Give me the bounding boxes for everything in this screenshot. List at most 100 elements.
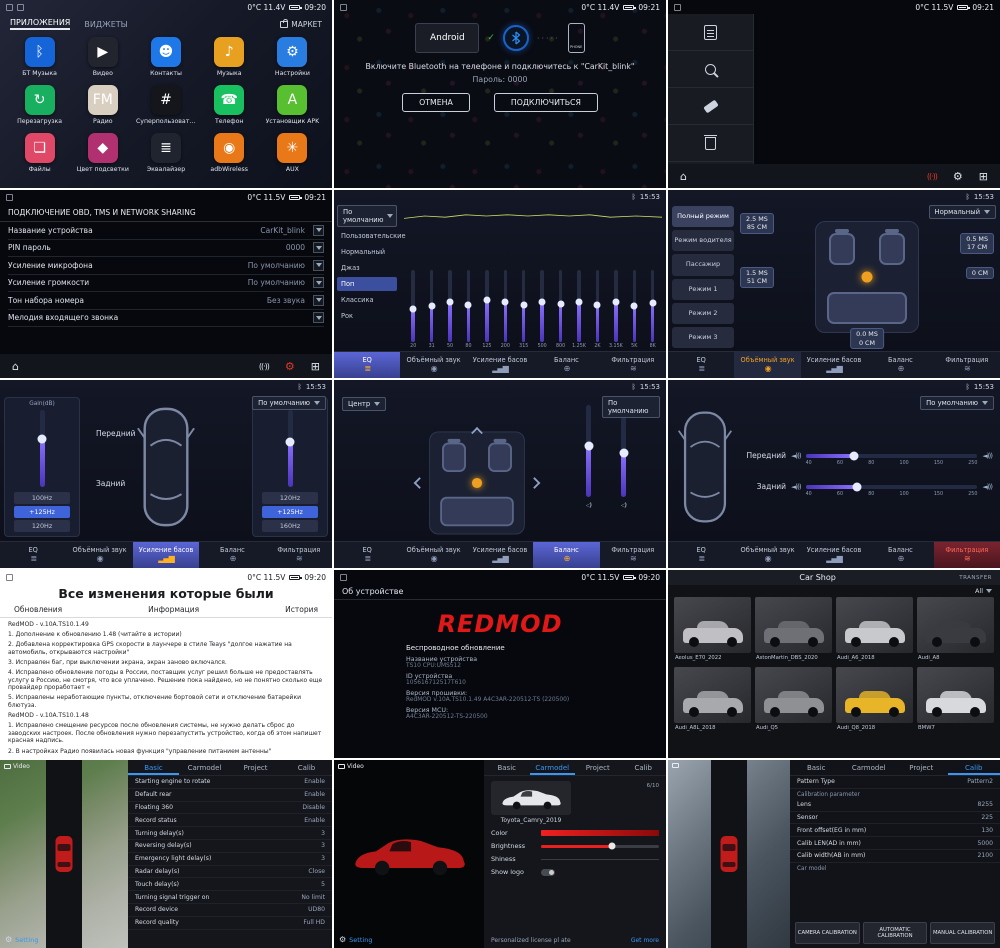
- eq-band[interactable]: 50: [441, 228, 459, 351]
- camera-360-view[interactable]: [668, 760, 790, 948]
- color-swatch[interactable]: [541, 830, 659, 836]
- eq-band[interactable]: 800: [551, 228, 569, 351]
- mode-button[interactable]: Режим водителя: [672, 230, 734, 251]
- tab-balance[interactable]: Баланс⊕: [867, 352, 933, 378]
- settings-row[interactable]: Default rear Enable: [128, 789, 332, 802]
- show-logo-row[interactable]: Show logo: [491, 868, 659, 876]
- preset-item[interactable]: Нормальный: [337, 245, 397, 259]
- tab-filter[interactable]: Фильтрация≋: [600, 352, 666, 378]
- eq-slider-knob[interactable]: [649, 300, 656, 307]
- eq-slider-knob[interactable]: [594, 301, 601, 308]
- eq-slider-track[interactable]: [504, 270, 508, 342]
- apps-grid-button[interactable]: ⊞: [311, 360, 320, 373]
- dropdown-button[interactable]: [313, 312, 324, 323]
- rear-gain-slider[interactable]: [288, 410, 293, 487]
- eq-band[interactable]: 125: [478, 228, 496, 351]
- calibration-row[interactable]: Front offset(EG in mm) 130: [790, 824, 1000, 837]
- settings-tab[interactable]: Calib: [948, 760, 1000, 775]
- center-button[interactable]: Центр: [342, 397, 386, 411]
- eq-slider-knob[interactable]: [612, 299, 619, 306]
- default-preset-button[interactable]: По умолчанию: [920, 396, 994, 410]
- eq-band[interactable]: 20: [404, 228, 422, 351]
- tab-balance[interactable]: Баланс⊕: [533, 352, 599, 378]
- slider-knob[interactable]: [608, 843, 615, 850]
- app-shortcut[interactable]: ☎ Телефон: [198, 85, 261, 125]
- selected-car[interactable]: Toyota_Camry_2019: [491, 781, 571, 824]
- tab-balance[interactable]: Баланс⊕: [199, 542, 265, 568]
- slider-knob[interactable]: [584, 442, 593, 451]
- home-button[interactable]: ⌂: [680, 170, 687, 183]
- eq-slider-track[interactable]: [633, 270, 637, 342]
- settings-tab[interactable]: Carmodel: [179, 760, 230, 775]
- eq-slider-track[interactable]: [614, 270, 618, 342]
- eq-band[interactable]: 1.25K: [570, 228, 588, 351]
- tab-widgets[interactable]: ВИДЖЕТЫ: [84, 20, 127, 29]
- search-tool-button[interactable]: [668, 51, 753, 88]
- eq-band[interactable]: 31: [422, 228, 440, 351]
- settings-row[interactable]: Touch delay(s) 5: [128, 878, 332, 891]
- app-shortcut[interactable]: # Суперпользователь: [134, 85, 197, 125]
- eq-slider-track[interactable]: [411, 270, 415, 342]
- tab-eq[interactable]: EQ≣: [0, 542, 66, 568]
- tab-applications[interactable]: ПРИЛОЖЕНИЯ: [10, 18, 70, 30]
- eq-band[interactable]: 500: [533, 228, 551, 351]
- tab-information[interactable]: Информация: [148, 605, 199, 614]
- eq-slider-knob[interactable]: [410, 305, 417, 312]
- settings-row[interactable]: PIN пароль 0000: [8, 240, 324, 258]
- settings-tab[interactable]: Basic: [484, 760, 530, 775]
- connect-button[interactable]: ПОДКЛЮЧИТЬСЯ: [494, 93, 598, 112]
- settings-row[interactable]: Record status Enable: [128, 814, 332, 827]
- app-shortcut[interactable]: ᛒ БТ Музыка: [8, 37, 71, 77]
- settings-row[interactable]: Мелодия входящего звонка: [8, 310, 324, 328]
- show-logo-toggle[interactable]: [541, 869, 555, 876]
- eq-slider-knob[interactable]: [483, 297, 490, 304]
- settings-tab[interactable]: Project: [575, 760, 621, 775]
- freq-button[interactable]: 100Hz: [14, 492, 70, 504]
- transfer-button[interactable]: TRANSFER: [959, 575, 992, 581]
- car-item[interactable]: Audi_Q5: [755, 667, 832, 733]
- preset-item[interactable]: Рок: [337, 309, 397, 323]
- settings-row[interactable]: Record device UD80: [128, 904, 332, 917]
- front-gain-knob[interactable]: [38, 435, 47, 444]
- dropdown-button[interactable]: [313, 277, 324, 288]
- app-shortcut[interactable]: ▶ Видео: [71, 37, 134, 77]
- dropdown-button[interactable]: [313, 225, 324, 236]
- filter-dropdown[interactable]: All: [668, 585, 1000, 596]
- settings-tab[interactable]: Carmodel: [843, 760, 896, 775]
- balance-slider[interactable]: [621, 405, 626, 497]
- tab-surround[interactable]: Объёмный звук◉: [66, 542, 132, 568]
- app-shortcut[interactable]: ✳ AUX: [261, 133, 324, 173]
- tab-history[interactable]: История: [285, 605, 318, 614]
- calibration-row[interactable]: Sensor 225: [790, 812, 1000, 825]
- camera-360-view[interactable]: Video ⚙ Setting: [0, 760, 128, 948]
- tab-surround[interactable]: Объёмный звук◉: [400, 352, 466, 378]
- eq-slider-track[interactable]: [596, 270, 600, 342]
- preset-item[interactable]: Джаз: [337, 261, 397, 275]
- tab-filter[interactable]: Фильтрация≋: [600, 542, 666, 568]
- tab-filter[interactable]: Фильтрация≋: [266, 542, 332, 568]
- app-shortcut[interactable]: ≣ Эквалайзер: [134, 133, 197, 173]
- manual-calibration-button[interactable]: MANUAL CALIBRATION: [930, 922, 995, 944]
- eq-slider-knob[interactable]: [447, 299, 454, 306]
- calibration-row[interactable]: Calib LEN(AD in mm) 5000: [790, 837, 1000, 850]
- eq-band[interactable]: 200: [496, 228, 514, 351]
- tab-eq[interactable]: EQ≣: [334, 542, 400, 568]
- settings-row[interactable]: Turning delay(s) 3: [128, 827, 332, 840]
- calibration-row[interactable]: Calib width(AB in mm) 2100: [790, 850, 1000, 863]
- dropdown-button[interactable]: [313, 295, 324, 306]
- tab-eq[interactable]: EQ≣: [334, 352, 400, 378]
- app-shortcut[interactable]: ❏ Файлы: [8, 133, 71, 173]
- freq-button[interactable]: +125Hz: [262, 506, 318, 518]
- settings-tab[interactable]: Basic: [128, 760, 179, 775]
- setting-shortcut[interactable]: ⚙ Setting: [339, 935, 372, 944]
- shiness-row[interactable]: Shiness: [491, 855, 659, 863]
- app-shortcut[interactable]: ↻ Перезагрузка: [8, 85, 71, 125]
- eq-slider-track[interactable]: [467, 270, 471, 342]
- default-preset-button[interactable]: По умолчанию: [252, 396, 326, 410]
- eq-slider-track[interactable]: [430, 270, 434, 342]
- mode-button[interactable]: Полный режим: [672, 206, 734, 227]
- get-more-link[interactable]: Get more: [631, 937, 659, 944]
- rear-filter-slider[interactable]: 406080100150250: [806, 485, 978, 489]
- calibration-row[interactable]: Lens 8255: [790, 799, 1000, 812]
- home-button[interactable]: ⌂: [12, 360, 19, 373]
